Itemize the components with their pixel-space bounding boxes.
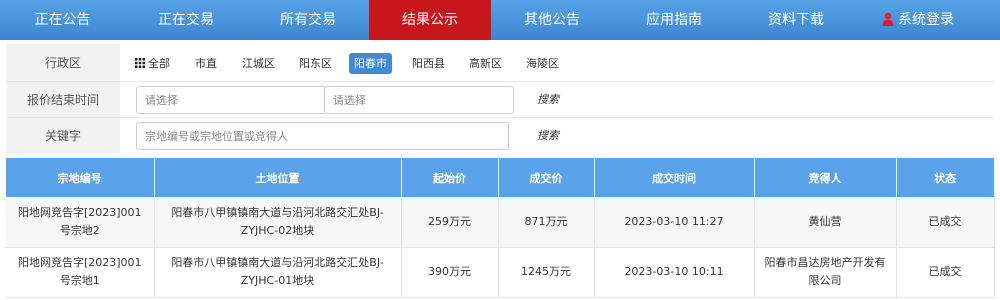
cell-deal-price: 871万元 xyxy=(498,197,595,248)
keyword-filter-row: 关键字 搜索 xyxy=(6,118,994,154)
header-parcel-id[interactable]: 宗地编号 xyxy=(6,158,155,197)
header-deal-price[interactable]: 成交价 xyxy=(498,158,595,197)
status-badge: 已成交 xyxy=(896,197,995,248)
district-option-yangxi[interactable]: 阳西县 xyxy=(407,53,450,74)
district-option-jiangcheng[interactable]: 江城区 xyxy=(237,53,280,74)
cell-deal-price: 1245万元 xyxy=(498,247,595,298)
cell-parcel-id: 阳地网竞告字[2023]001号宗地1 xyxy=(6,247,155,298)
top-nav: 正在公告 正在交易 所有交易 结果公示 其他公告 应用指南 资料下载 系统登录 xyxy=(0,0,1000,40)
nav-item-login[interactable]: 系统登录 xyxy=(857,0,979,40)
end-time-label: 报价结束时间 xyxy=(6,82,120,117)
user-icon xyxy=(882,12,894,26)
cell-deal-time: 2023-03-10 11:27 xyxy=(594,197,755,248)
start-date-input[interactable] xyxy=(136,86,326,114)
table-row[interactable]: 阳地网竞告字[2023]001号宗地2 阳春市八甲镇镇南大道与沿河北路交汇处BJ… xyxy=(6,197,995,248)
nav-item-downloads[interactable]: 资料下载 xyxy=(735,0,857,40)
district-option-yangdong[interactable]: 阳东区 xyxy=(294,53,337,74)
header-location[interactable]: 土地位置 xyxy=(154,158,402,197)
district-filter-row: 行政区 全部 市直 江城区 阳东区 阳春市 阳西县 高新区 海陵区 xyxy=(6,44,994,82)
end-time-filter-row: 报价结束时间 搜索 xyxy=(6,82,994,118)
table-header-row: 宗地编号 土地位置 起始价 成交价 成交时间 竞得人 状态 xyxy=(6,158,995,197)
keyword-search-input[interactable] xyxy=(136,122,509,150)
header-status[interactable]: 状态 xyxy=(896,158,995,197)
district-option-yangchun[interactable]: 阳春市 xyxy=(349,53,392,74)
nav-item-guide[interactable]: 应用指南 xyxy=(613,0,735,40)
status-badge: 已成交 xyxy=(896,247,995,298)
district-option-hailing[interactable]: 海陵区 xyxy=(521,53,564,74)
keyword-search-link[interactable]: 搜索 xyxy=(537,118,559,154)
nav-item-results[interactable]: 结果公示 xyxy=(369,0,491,40)
end-date-input[interactable] xyxy=(324,86,514,114)
keyword-label: 关键字 xyxy=(6,118,120,154)
nav-item-other-notices[interactable]: 其他公告 xyxy=(491,0,613,40)
cell-deal-time: 2023-03-10 10:11 xyxy=(594,247,755,298)
header-winner[interactable]: 竞得人 xyxy=(754,158,897,197)
header-deal-time[interactable]: 成交时间 xyxy=(594,158,755,197)
cell-location: 阳春市八甲镇镇南大道与沿河北路交汇处BJ-ZYJHC-02地块 xyxy=(154,197,402,248)
district-option-gaoxin[interactable]: 高新区 xyxy=(464,53,507,74)
nav-item-current-notices[interactable]: 正在公告 xyxy=(0,0,125,40)
grid-icon xyxy=(135,58,145,68)
nav-item-all-trading[interactable]: 所有交易 xyxy=(247,0,369,40)
cell-start-price: 390万元 xyxy=(401,247,499,298)
district-option-all[interactable]: 全部 xyxy=(130,53,175,74)
date-search-link[interactable]: 搜索 xyxy=(537,82,559,118)
header-start-price[interactable]: 起始价 xyxy=(401,158,499,197)
district-option-city-direct[interactable]: 市直 xyxy=(190,53,222,74)
filter-panel: 行政区 全部 市直 江城区 阳东区 阳春市 阳西县 高新区 海陵区 报价结束时间… xyxy=(6,44,994,154)
cell-winner: 阳春市昌达房地产开发有限公司 xyxy=(754,247,897,298)
table-row[interactable]: 阳地网竞告字[2023]001号宗地1 阳春市八甲镇镇南大道与沿河北路交汇处BJ… xyxy=(6,247,995,298)
cell-location: 阳春市八甲镇镇南大道与沿河北路交汇处BJ-ZYJHC-01地块 xyxy=(154,247,402,298)
results-table: 宗地编号 土地位置 起始价 成交价 成交时间 竞得人 状态 阳地网竞告字[202… xyxy=(6,158,995,298)
cell-start-price: 259万元 xyxy=(401,197,499,248)
district-option-all-label: 全部 xyxy=(148,57,170,70)
district-label: 行政区 xyxy=(6,44,120,81)
nav-login-label: 系统登录 xyxy=(898,12,954,28)
cell-winner: 黄仙营 xyxy=(754,197,897,248)
cell-parcel-id: 阳地网竞告字[2023]001号宗地2 xyxy=(6,197,155,248)
nav-item-current-trading[interactable]: 正在交易 xyxy=(125,0,247,40)
